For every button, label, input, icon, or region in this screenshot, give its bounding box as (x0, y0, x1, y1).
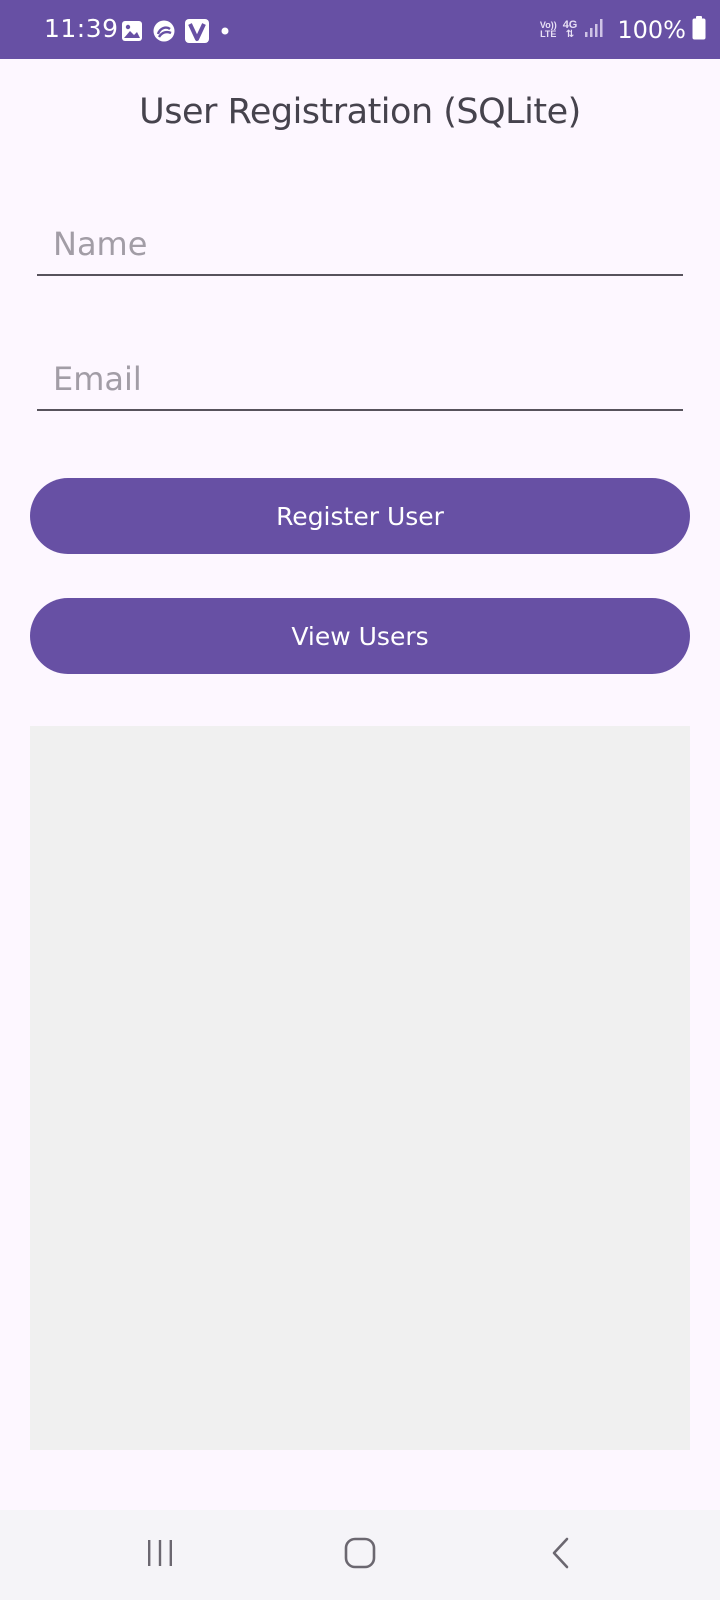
recents-icon (144, 1537, 176, 1574)
volte-bottom: LTE (540, 29, 557, 39)
battery-percent: 100% (617, 16, 686, 44)
users-list[interactable] (30, 726, 690, 1450)
v-app-icon (184, 18, 210, 44)
dot-icon (218, 24, 232, 38)
navigation-bar (0, 1510, 720, 1600)
gallery-icon (120, 19, 144, 43)
system-status-icons: Vo)) LTE 4G ⇅ 100% (540, 14, 706, 46)
network-4g-icon: 4G ⇅ (562, 19, 578, 40)
view-users-button[interactable]: View Users (30, 598, 690, 674)
recents-button[interactable] (120, 1528, 200, 1582)
email-input[interactable] (37, 349, 683, 409)
name-field-container (37, 214, 683, 276)
back-button[interactable] (522, 1528, 602, 1582)
volte-icon: Vo)) LTE (540, 21, 557, 39)
status-bar: 11:39 Vo)) LTE 4G ⇅ 100% (0, 0, 720, 59)
sync-app-icon (152, 19, 176, 43)
battery-icon (692, 15, 706, 45)
name-input[interactable] (37, 214, 683, 274)
signal-icon (583, 17, 605, 44)
page-title: User Registration (SQLite) (139, 92, 581, 132)
back-icon (546, 1536, 578, 1575)
home-icon (343, 1536, 377, 1575)
email-field-container (37, 349, 683, 411)
notification-icons (120, 18, 232, 44)
status-time: 11:39 (44, 14, 119, 43)
register-user-button[interactable]: Register User (30, 478, 690, 554)
home-button[interactable] (320, 1528, 400, 1582)
